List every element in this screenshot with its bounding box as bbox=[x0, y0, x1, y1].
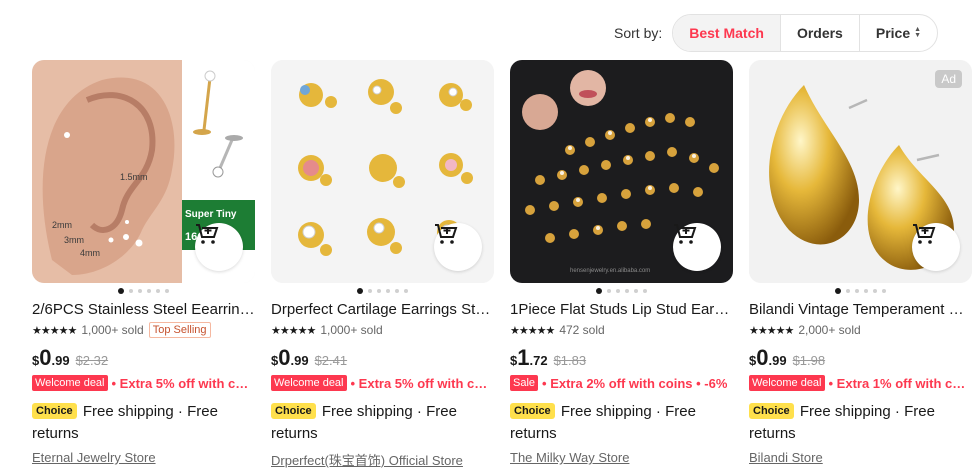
price-currency: $ bbox=[32, 353, 40, 368]
sold-count: 1,000+ sold bbox=[81, 323, 144, 337]
price-row: $0.99 $2.41 bbox=[271, 345, 494, 371]
deal-row: Sale • Extra 2% off with coins • -6% bbox=[510, 374, 733, 392]
rating-row: ★★★★★ 1,000+ sold Top Selling bbox=[32, 321, 255, 339]
sort-option-label: Best Match bbox=[689, 25, 764, 41]
product-image[interactable]: hensenjewelry.en.alibaba.com bbox=[510, 60, 733, 283]
sort-option-label: Orders bbox=[796, 25, 843, 41]
deal-row: Welcome deal • Extra 5% off with coins bbox=[32, 374, 255, 392]
product-card[interactable]: hensenjewelry.en.alibaba.com 1Piece Flat… bbox=[510, 60, 733, 469]
label-4mm: 4mm bbox=[80, 248, 100, 258]
sale-badge: Sale bbox=[510, 375, 539, 391]
sold-count: 2,000+ sold bbox=[798, 323, 861, 337]
welcome-deal-badge: Welcome deal bbox=[32, 375, 108, 391]
add-to-cart-icon[interactable] bbox=[195, 223, 243, 271]
rating-row: ★★★★★ 472 sold bbox=[510, 321, 733, 339]
image-carousel-dots[interactable] bbox=[271, 288, 494, 294]
price-integer: 1 bbox=[517, 345, 530, 370]
add-to-cart-icon[interactable] bbox=[912, 223, 960, 271]
sort-arrows-icon: ▲ ▼ bbox=[914, 26, 922, 39]
top-selling-badge: Top Selling bbox=[148, 322, 211, 338]
shipping-info: Choice Free shipping · Free returns bbox=[749, 401, 972, 445]
price-currency: $ bbox=[749, 353, 757, 368]
store-link[interactable]: Bilandi Store bbox=[749, 450, 972, 465]
product-grid: 1.5mm 2mm 3mm 4mm Super Tiny 16G 2/6PCS … bbox=[32, 60, 972, 469]
sort-label: Sort by: bbox=[614, 25, 663, 41]
rating-stars-icon: ★★★★★ bbox=[32, 324, 77, 337]
image-carousel-dots[interactable] bbox=[32, 288, 255, 294]
choice-badge: Choice bbox=[271, 403, 316, 419]
price-decimal: .99 bbox=[768, 353, 787, 368]
sort-price-button[interactable]: Price ▲ ▼ bbox=[858, 15, 937, 51]
product-card[interactable]: 1.5mm 2mm 3mm 4mm Super Tiny 16G 2/6PCS … bbox=[32, 60, 255, 469]
price-integer: 0 bbox=[39, 345, 52, 370]
original-price: $1.83 bbox=[553, 353, 587, 368]
rating-stars-icon: ★★★★★ bbox=[749, 324, 794, 337]
store-link[interactable]: Eternal Jewelry Store bbox=[32, 450, 255, 465]
product-card[interactable]: Drperfect Cartilage Earrings Studs Gold … bbox=[271, 60, 494, 469]
image-carousel-dots[interactable] bbox=[749, 288, 972, 294]
sort-option-label: Price bbox=[875, 25, 911, 41]
label-super-tiny: Super Tiny bbox=[185, 209, 237, 220]
sort-options: Best Match Orders Price ▲ ▼ bbox=[672, 14, 939, 52]
product-title[interactable]: Drperfect Cartilage Earrings Studs Gold bbox=[271, 300, 494, 319]
deal-row: Welcome deal • Extra 1% off with coins bbox=[749, 374, 972, 392]
original-price: $2.32 bbox=[75, 353, 109, 368]
price-decimal: .99 bbox=[290, 353, 309, 368]
product-card[interactable]: Ad Bilandi Vintage Temperament Gold Wate… bbox=[749, 60, 972, 469]
price-integer: 0 bbox=[278, 345, 291, 370]
coins-discount-text: • Extra 5% off with coins bbox=[350, 375, 495, 391]
store-link[interactable]: Drperfect(珠宝首饰) Official Store bbox=[271, 450, 494, 469]
price-currency: $ bbox=[510, 353, 518, 368]
rating-stars-icon: ★★★★★ bbox=[510, 324, 555, 337]
coins-discount-text: • Extra 5% off with coins bbox=[111, 375, 256, 391]
price-decimal: .99 bbox=[51, 353, 70, 368]
rating-stars-icon: ★★★★★ bbox=[271, 324, 316, 337]
deal-row: Welcome deal • Extra 5% off with coins bbox=[271, 374, 494, 392]
label-3mm: 3mm bbox=[64, 235, 84, 245]
choice-badge: Choice bbox=[510, 403, 555, 419]
product-title[interactable]: 2/6PCS Stainless Steel Eearring Piercing… bbox=[32, 300, 255, 319]
store-link[interactable]: The Milky Way Store bbox=[510, 450, 733, 465]
original-price: $2.41 bbox=[314, 353, 348, 368]
product-image[interactable] bbox=[271, 60, 494, 283]
sold-count: 472 sold bbox=[559, 323, 605, 337]
price-row: $0.99 $1.98 bbox=[749, 345, 972, 371]
label-2mm: 2mm bbox=[52, 220, 72, 230]
label-1-5mm: 1.5mm bbox=[120, 172, 148, 182]
shipping-info: Choice Free shipping · Free returns bbox=[510, 401, 733, 445]
add-to-cart-icon[interactable] bbox=[673, 223, 721, 271]
shipping-info: Choice Free shipping · Free returns bbox=[32, 401, 255, 445]
add-to-cart-icon[interactable] bbox=[434, 223, 482, 271]
price-row: $1.72 $1.83 bbox=[510, 345, 733, 371]
product-image[interactable]: 1.5mm 2mm 3mm 4mm Super Tiny 16G bbox=[32, 60, 255, 283]
choice-badge: Choice bbox=[749, 403, 794, 419]
coins-discount-text: • Extra 1% off with coins bbox=[828, 375, 973, 391]
shipping-info: Choice Free shipping · Free returns bbox=[271, 401, 494, 445]
image-carousel-dots[interactable] bbox=[510, 288, 733, 294]
welcome-deal-badge: Welcome deal bbox=[271, 375, 347, 391]
rating-row: ★★★★★ 2,000+ sold bbox=[749, 321, 972, 339]
coins-discount-text: • Extra 2% off with coins • -6% bbox=[542, 375, 728, 391]
sort-bar: Sort by: Best Match Orders Price ▲ ▼ bbox=[614, 14, 939, 52]
price-row: $0.99 $2.32 bbox=[32, 345, 255, 371]
product-title[interactable]: Bilandi Vintage Temperament Gold Water D… bbox=[749, 300, 972, 319]
watermark-text: hensenjewelry.en.alibaba.com bbox=[570, 268, 650, 274]
original-price: $1.98 bbox=[792, 353, 826, 368]
sort-orders-button[interactable]: Orders bbox=[779, 15, 859, 51]
sort-best-match-button[interactable]: Best Match bbox=[673, 15, 780, 51]
ad-badge: Ad bbox=[935, 70, 962, 88]
choice-badge: Choice bbox=[32, 403, 77, 419]
rating-row: ★★★★★ 1,000+ sold bbox=[271, 321, 494, 339]
price-currency: $ bbox=[271, 353, 279, 368]
welcome-deal-badge: Welcome deal bbox=[749, 375, 825, 391]
sold-count: 1,000+ sold bbox=[320, 323, 383, 337]
price-integer: 0 bbox=[756, 345, 769, 370]
price-decimal: .72 bbox=[529, 353, 548, 368]
product-title[interactable]: 1Piece Flat Studs Lip Stud Earrings Pier… bbox=[510, 300, 733, 319]
product-image[interactable]: Ad bbox=[749, 60, 972, 283]
